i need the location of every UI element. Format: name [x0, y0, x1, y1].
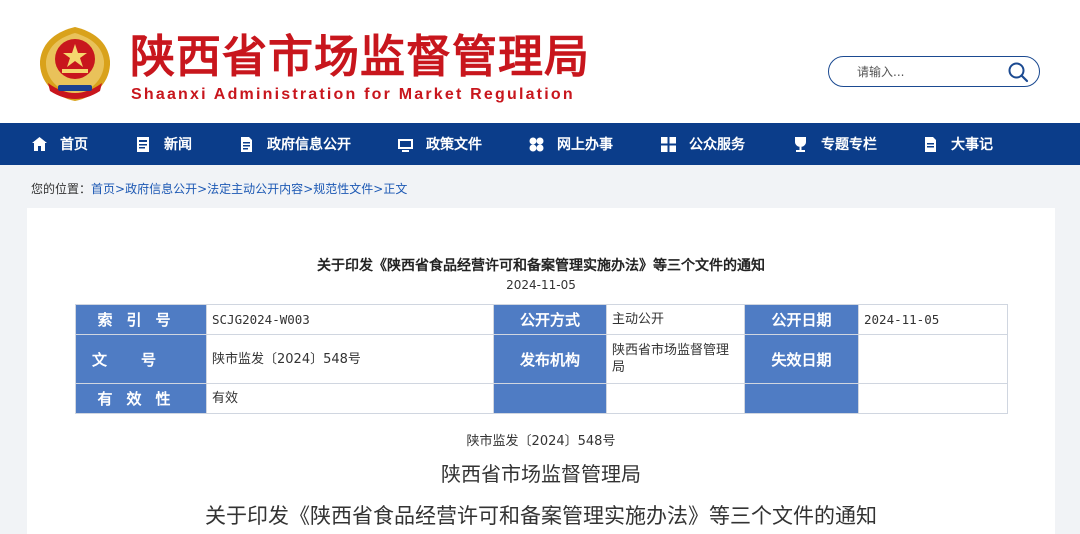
- home-icon: [32, 136, 47, 151]
- site-header: 陕西省市场监督管理局 Shaanxi Administration for Ma…: [0, 0, 1080, 123]
- disclosure-label: 公开方式: [493, 304, 607, 335]
- breadcrumb-separator: >: [303, 182, 314, 196]
- expiry-date-label: 失效日期: [744, 334, 859, 384]
- police-emblem-logo: [39, 27, 111, 101]
- site-title: 陕西省市场监督管理局: [130, 30, 591, 83]
- metadata-table: 索引号 SCJG2024-W003 公开方式 主动公开 公开日期 2024-11…: [75, 304, 1008, 414]
- breadcrumb-statutory[interactable]: 法定主动公开内容: [207, 182, 303, 196]
- nav-label: 首页: [60, 137, 88, 153]
- grid-icon: [661, 136, 676, 152]
- nav-item-chronicle[interactable]: 大事记: [922, 123, 993, 165]
- article-title: 关于印发《陕西省食品经营许可和备案管理实施办法》等三个文件的通知: [317, 258, 765, 274]
- nav-item-topics[interactable]: 专题专栏: [792, 123, 877, 165]
- publisher-label: 发布机构: [493, 334, 607, 384]
- nav-label: 公众服务: [689, 137, 745, 153]
- breadcrumb-prefix: 您的位置：: [31, 182, 92, 196]
- nav-label: 大事记: [951, 137, 993, 153]
- nav-label: 专题专栏: [821, 137, 877, 153]
- empty-label-cell: [744, 383, 859, 414]
- doc-number-label: 文号: [75, 334, 207, 384]
- nav-label: 政府信息公开: [267, 137, 351, 153]
- open-date-label: 公开日期: [744, 304, 859, 335]
- breadcrumb-gov-info[interactable]: 政府信息公开: [125, 182, 197, 196]
- nav-item-home[interactable]: 首页: [31, 123, 88, 165]
- nav-label: 政策文件: [426, 137, 482, 153]
- expiry-date-value: [858, 334, 1008, 384]
- document-number: 陕市监发〔2024〕548号: [466, 434, 616, 449]
- document-icon: [241, 136, 252, 152]
- index-label: 索引号: [75, 304, 207, 335]
- validity-value: 有效: [206, 383, 494, 414]
- validity-label: 有效性: [75, 383, 207, 414]
- breadcrumb: 您的位置：首页>政府信息公开>法定主动公开内容>规范性文件>正文: [31, 180, 407, 197]
- breadcrumb-separator: >: [197, 182, 208, 196]
- empty-value-cell: [606, 383, 745, 414]
- article-date: 2024-11-05: [506, 278, 576, 292]
- record-icon: [925, 136, 936, 152]
- breadcrumb-separator: >: [115, 182, 126, 196]
- search-box[interactable]: [828, 56, 1040, 87]
- empty-value-cell: [858, 383, 1008, 414]
- doc-number-value: 陕市监发〔2024〕548号: [206, 334, 494, 384]
- main-nav: 首页 新闻 政府信息公开 政策文件 网上办事 公众服务 专题专栏 大事记: [0, 123, 1080, 165]
- publisher-value: 陕西省市场监督管理局: [606, 334, 745, 384]
- search-icon[interactable]: [1007, 61, 1029, 83]
- article-panel: 关于印发《陕西省食品经营许可和备案管理实施办法》等三个文件的通知 2024-11…: [27, 208, 1055, 534]
- disclosure-value: 主动公开: [606, 304, 745, 335]
- site-subtitle: Shaanxi Administration for Market Regula…: [131, 86, 575, 103]
- nav-label: 网上办事: [557, 137, 613, 153]
- breadcrumb-current[interactable]: 正文: [383, 182, 407, 196]
- breadcrumb-normative-docs[interactable]: 规范性文件: [313, 182, 373, 196]
- nav-label: 新闻: [164, 137, 192, 153]
- issuing-authority: 陕西省市场监督管理局: [441, 462, 641, 486]
- index-value: SCJG2024-W003: [206, 304, 494, 335]
- service-icon: [529, 137, 544, 151]
- empty-label-cell: [493, 383, 607, 414]
- nav-item-gov-info[interactable]: 政府信息公开: [238, 123, 351, 165]
- nav-item-policy[interactable]: 政策文件: [397, 123, 482, 165]
- notice-title: 关于印发《陕西省食品经营许可和备案管理实施办法》等三个文件的通知: [205, 504, 877, 528]
- breadcrumb-separator: >: [373, 182, 384, 196]
- nav-item-news[interactable]: 新闻: [135, 123, 192, 165]
- nav-item-public-service[interactable]: 公众服务: [660, 123, 745, 165]
- breadcrumb-home[interactable]: 首页: [91, 182, 115, 196]
- nav-item-online-service[interactable]: 网上办事: [528, 123, 613, 165]
- open-date-value: 2024-11-05: [858, 304, 1008, 335]
- policy-icon: [398, 138, 413, 152]
- search-input[interactable]: [857, 63, 1007, 81]
- news-icon: [137, 136, 149, 152]
- trophy-icon: [795, 136, 806, 152]
